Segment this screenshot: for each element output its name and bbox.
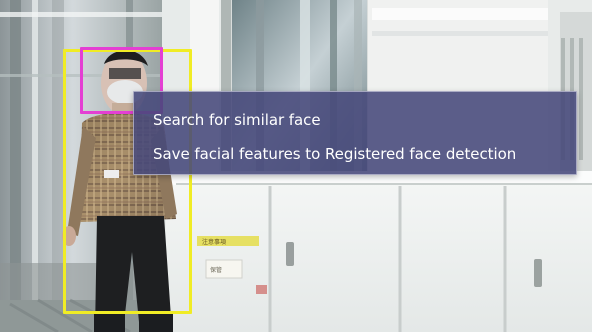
svg-text:保管: 保管 xyxy=(210,266,222,274)
save-facial-features-menu-item[interactable]: Save facial features to Registered face … xyxy=(142,138,568,169)
svg-text:注意事項: 注意事項 xyxy=(202,238,226,246)
camera-view: 注意事項 保管 Search for similar face Save fac… xyxy=(0,0,592,332)
face-context-menu: Search for similar face Save facial feat… xyxy=(133,91,577,175)
search-similar-face-menu-item[interactable]: Search for similar face xyxy=(142,104,568,135)
